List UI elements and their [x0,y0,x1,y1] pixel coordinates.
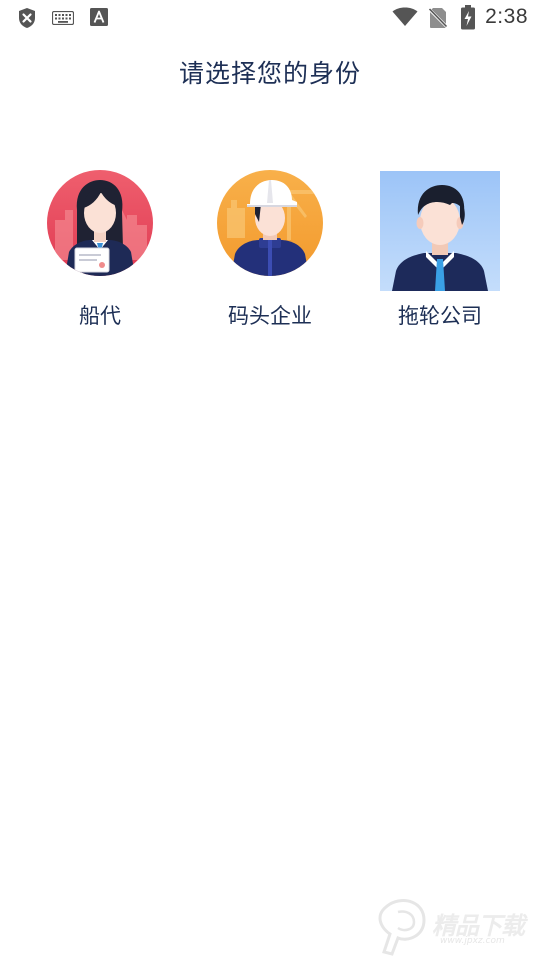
identity-option-ship-agent[interactable]: 船代 [15,170,185,340]
page-title: 请选择您的身份 [178,59,361,88]
no-sim-icon [427,7,449,33]
identity-label: 拖轮公司 [398,304,482,328]
shield-x-icon [17,7,37,33]
identity-option-dock-enterprise[interactable]: 码头企业 [185,170,355,340]
ship-agent-avatar [47,170,153,276]
dock-worker-avatar [217,170,323,276]
identity-label: 船代 [79,304,121,328]
status-time: 2:38 [485,5,528,28]
watermark-logo-icon [378,899,426,956]
identity-label: 码头企业 [228,304,312,328]
font-a-icon [90,8,108,30]
watermark: 精品下载 www.jpxz.com [370,890,540,960]
status-bar: 2:38 [0,0,540,36]
watermark-url: www.jpxz.com [440,936,505,946]
tugboat-company-avatar [380,171,500,291]
wifi-icon [392,7,418,31]
identity-option-tugboat-company[interactable]: 拖轮公司 [355,170,525,340]
keyboard-icon [51,10,75,29]
battery-charging-icon [460,5,476,34]
